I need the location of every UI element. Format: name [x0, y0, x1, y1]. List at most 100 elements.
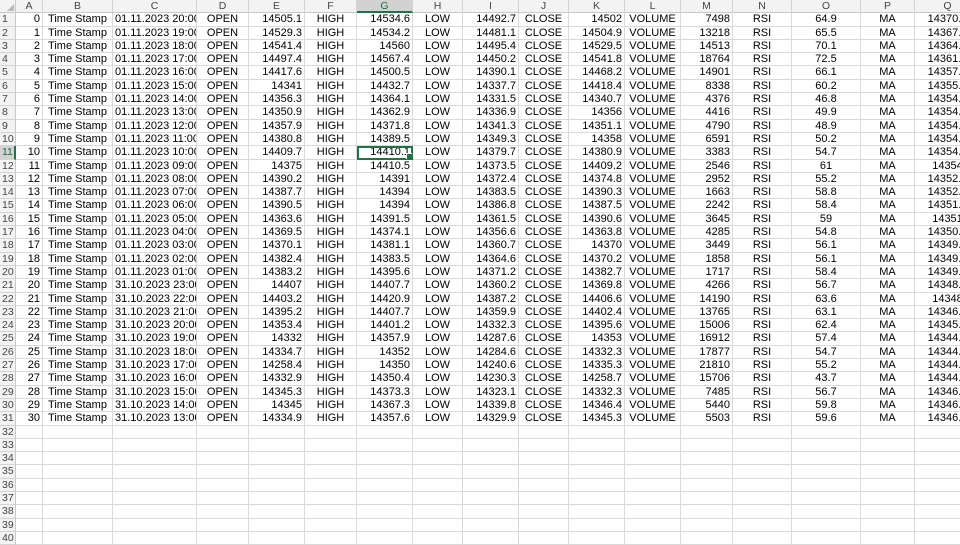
row-header-17[interactable]: 17 — [0, 226, 16, 240]
cell-K39[interactable] — [569, 518, 625, 532]
cell-F31[interactable]: HIGH — [305, 412, 357, 426]
cell-O31[interactable]: 59.6 — [792, 412, 861, 426]
cell-H30[interactable]: LOW — [413, 398, 463, 413]
cell-K20[interactable]: 14382.7 — [569, 265, 625, 280]
cell-A36[interactable] — [16, 478, 43, 492]
row-header-8[interactable]: 8 — [0, 106, 16, 120]
cell-M8[interactable]: 4416 — [681, 106, 733, 120]
cell-I1[interactable]: 14492.7 — [463, 13, 519, 27]
cell-M32[interactable] — [681, 425, 733, 439]
cell-G31[interactable]: 14357.6 — [357, 412, 413, 426]
cell-L36[interactable] — [625, 478, 681, 492]
cell-L7[interactable]: VOLUME — [625, 93, 681, 107]
cell-E28[interactable]: 14332.9 — [249, 372, 305, 386]
cell-B35[interactable] — [43, 465, 113, 479]
cell-I26[interactable]: 14284.6 — [463, 345, 519, 360]
cell-B19[interactable]: Time Stamp — [43, 252, 113, 266]
cell-A6[interactable]: 5 — [16, 79, 43, 94]
cell-N21[interactable]: RSI — [733, 279, 792, 293]
cell-N28[interactable]: RSI — [733, 372, 792, 386]
cell-H40[interactable] — [413, 531, 463, 545]
cell-F9[interactable]: HIGH — [305, 119, 357, 133]
cell-D31[interactable]: OPEN — [197, 412, 249, 426]
cell-O1[interactable]: 64.9 — [792, 13, 861, 27]
cell-Q39[interactable] — [915, 519, 960, 532]
cell-Q13[interactable]: 14352.9 — [915, 173, 960, 187]
cell-I20[interactable]: 14371.2 — [463, 265, 519, 280]
cell-J38[interactable] — [519, 505, 569, 519]
cell-J12[interactable]: CLOSE — [519, 159, 569, 173]
cell-A28[interactable]: 27 — [16, 372, 43, 386]
cell-M3[interactable]: 14513 — [681, 39, 733, 54]
cell-P17[interactable]: MA — [861, 226, 915, 240]
cell-H6[interactable]: LOW — [413, 79, 463, 94]
cell-E14[interactable]: 14387.7 — [249, 186, 305, 200]
row-header-16[interactable]: 16 — [0, 212, 16, 227]
cell-O28[interactable]: 43.7 — [792, 372, 861, 386]
cell-C23[interactable]: 31.10.2023 21:00 — [113, 305, 197, 320]
cell-I38[interactable] — [463, 505, 519, 519]
cell-Q37[interactable] — [915, 492, 960, 506]
cell-I25[interactable]: 14287.6 — [463, 332, 519, 346]
column-header-P[interactable]: P — [861, 0, 915, 14]
cell-O19[interactable]: 56.1 — [792, 252, 861, 266]
cell-M20[interactable]: 1717 — [681, 265, 733, 280]
row-header-35[interactable]: 35 — [0, 465, 16, 479]
cell-B15[interactable]: Time Stamp — [43, 199, 113, 213]
cell-C22[interactable]: 31.10.2023 22:00 — [113, 292, 197, 306]
cell-L23[interactable]: VOLUME — [625, 305, 681, 320]
cell-D6[interactable]: OPEN — [197, 79, 249, 94]
cell-H11[interactable]: LOW — [413, 146, 463, 160]
cell-N37[interactable] — [733, 491, 792, 506]
cell-H31[interactable]: LOW — [413, 412, 463, 426]
row-header-10[interactable]: 10 — [0, 132, 16, 147]
cell-A22[interactable]: 21 — [16, 292, 43, 306]
cell-F27[interactable]: HIGH — [305, 359, 357, 373]
cell-N20[interactable]: RSI — [733, 265, 792, 280]
cell-P37[interactable] — [861, 491, 915, 506]
cell-H29[interactable]: LOW — [413, 385, 463, 399]
cell-P1[interactable]: MA — [861, 13, 915, 27]
cell-P12[interactable]: MA — [861, 159, 915, 173]
cell-F20[interactable]: HIGH — [305, 265, 357, 280]
cell-C33[interactable] — [113, 438, 197, 453]
cell-M23[interactable]: 13765 — [681, 305, 733, 320]
cell-A18[interactable]: 17 — [16, 239, 43, 253]
cell-D2[interactable]: OPEN — [197, 26, 249, 40]
cell-A9[interactable]: 8 — [16, 119, 43, 133]
cell-F35[interactable] — [305, 465, 357, 479]
cell-A17[interactable]: 16 — [16, 226, 43, 240]
cell-B36[interactable] — [43, 478, 113, 492]
cell-B14[interactable]: Time Stamp — [43, 186, 113, 200]
cell-N39[interactable] — [733, 518, 792, 532]
cell-P10[interactable]: MA — [861, 132, 915, 147]
cell-D32[interactable] — [197, 425, 249, 439]
cell-K40[interactable] — [569, 531, 625, 545]
cell-C6[interactable]: 01.11.2023 15:00 — [113, 79, 197, 94]
cell-B26[interactable]: Time Stamp — [43, 345, 113, 360]
cell-N14[interactable]: RSI — [733, 186, 792, 200]
cell-D38[interactable] — [197, 505, 249, 519]
cell-Q17[interactable]: 14350.2 — [915, 226, 960, 240]
cell-I28[interactable]: 14230.3 — [463, 372, 519, 386]
cell-Q20[interactable]: 14349.1 — [915, 266, 960, 280]
cell-L10[interactable]: VOLUME — [625, 132, 681, 147]
cell-L12[interactable]: VOLUME — [625, 159, 681, 173]
cell-H15[interactable]: LOW — [413, 199, 463, 213]
cell-F25[interactable]: HIGH — [305, 332, 357, 346]
cell-H39[interactable] — [413, 518, 463, 532]
cell-D10[interactable]: OPEN — [197, 132, 249, 147]
cell-H25[interactable]: LOW — [413, 332, 463, 346]
cell-M18[interactable]: 3449 — [681, 239, 733, 253]
cell-P30[interactable]: MA — [861, 398, 915, 413]
cell-M35[interactable] — [681, 465, 733, 479]
cell-M25[interactable]: 16912 — [681, 332, 733, 346]
cell-K11[interactable]: 14380.9 — [569, 146, 625, 160]
cell-I10[interactable]: 14349.3 — [463, 132, 519, 147]
cell-M29[interactable]: 7485 — [681, 385, 733, 399]
cell-L24[interactable]: VOLUME — [625, 319, 681, 333]
cell-H38[interactable] — [413, 505, 463, 519]
select-all-corner[interactable] — [0, 0, 16, 14]
cell-P7[interactable]: MA — [861, 93, 915, 107]
row-header-1[interactable]: 1 — [0, 13, 16, 27]
